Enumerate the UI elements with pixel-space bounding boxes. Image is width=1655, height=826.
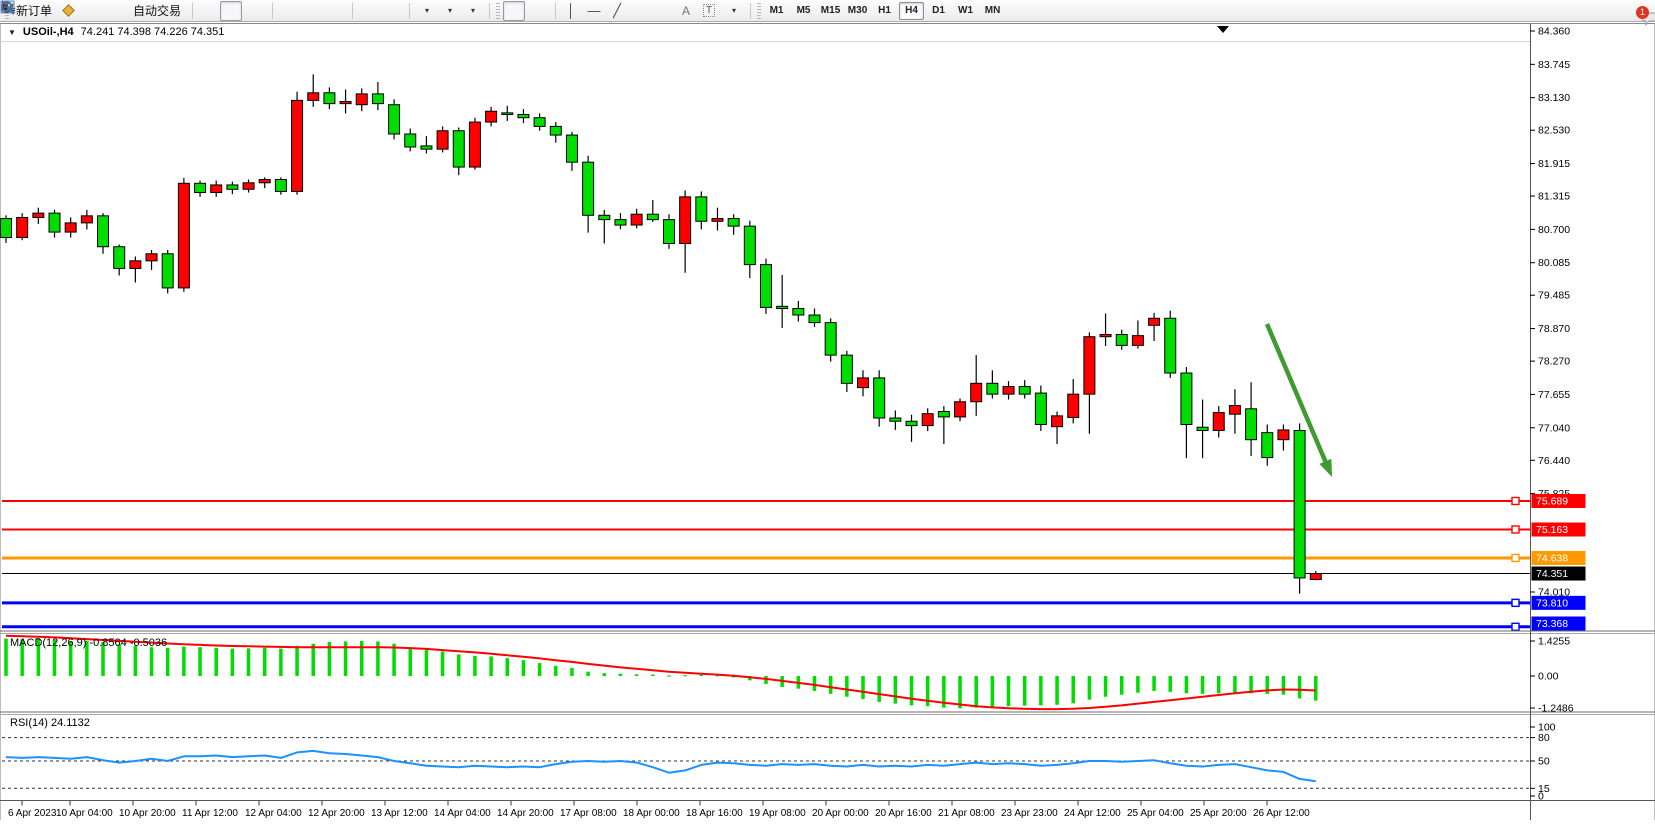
vertical-line-icon: │ (567, 4, 575, 17)
tile-windows-button[interactable] (323, 1, 345, 21)
templates-button[interactable]: ▾ (460, 1, 482, 21)
toolbar-separator (550, 3, 556, 19)
text-label-button[interactable]: T (698, 1, 720, 21)
text-icon: A (682, 5, 690, 17)
text-label-icon: T (703, 4, 715, 17)
toolbar-grip[interactable] (757, 3, 761, 19)
trendline-button[interactable]: ╱ (606, 1, 628, 21)
timeframe-button-MN[interactable]: MN (980, 2, 1005, 20)
toolbar-separator (404, 3, 410, 19)
auto-scroll-button[interactable] (357, 1, 379, 21)
equidistant-channel-button[interactable]: E (629, 1, 651, 21)
line-chart-button[interactable] (243, 1, 265, 21)
zoom-in-button[interactable] (277, 1, 299, 21)
text-button[interactable]: A (675, 1, 697, 21)
new-order-button[interactable]: 新订单 (12, 1, 56, 21)
bar-chart-button[interactable] (197, 1, 219, 21)
timeframe-button-M1[interactable]: M1 (764, 2, 789, 20)
periods-caret-icon[interactable]: ▾ (448, 6, 452, 15)
arrow-objects-caret-icon[interactable]: ▾ (732, 6, 736, 15)
signals-button[interactable] (103, 1, 125, 21)
price-axis[interactable] (1531, 24, 1655, 800)
toolbar-separator (347, 3, 353, 19)
rsi-pane[interactable] (2, 715, 1530, 800)
periods-button[interactable]: ▾ (437, 1, 459, 21)
macd-indicator-label: MACD(12,26,9) -0.8564 -0.5036 (10, 637, 167, 649)
timeframe-button-W1[interactable]: W1 (953, 2, 978, 20)
ohlc-label: 74.241 74.398 74.226 74.351 (81, 26, 225, 38)
horizontal-line-icon: — (588, 4, 601, 17)
timeframe-button-H1[interactable]: H1 (872, 2, 897, 20)
indicators-caret-icon[interactable]: ▾ (425, 6, 429, 15)
toolbar-separator (187, 3, 193, 19)
rsi-indicator-label: RSI(14) 24.1132 (10, 717, 90, 729)
timeframe-button-H4[interactable]: H4 (899, 2, 924, 20)
toolbar: 新订单 自动交易 (0, 0, 1655, 22)
vertical-line-button[interactable]: │ (560, 1, 582, 21)
indicators-button[interactable]: ▾ (414, 1, 436, 21)
toolbar-separator (745, 3, 751, 19)
fibonacci-button[interactable]: F (652, 1, 674, 21)
timeframe-button-M30[interactable]: M30 (845, 2, 870, 20)
virtual-hosting-button[interactable] (80, 1, 102, 21)
timeframe-button-M5[interactable]: M5 (791, 2, 816, 20)
symbol-dropdown-icon[interactable]: ▼ (8, 28, 16, 37)
toolbar-separator (267, 3, 273, 19)
toolbar-separator (484, 3, 490, 19)
toolbar-grip[interactable] (496, 3, 500, 19)
timeframe-button-M15[interactable]: M15 (818, 2, 843, 20)
cursor-button[interactable] (503, 1, 525, 21)
main-chart-pane[interactable] (2, 25, 1530, 631)
templates-caret-icon[interactable]: ▾ (471, 6, 475, 15)
chart-shift-button[interactable] (380, 1, 402, 21)
macd-pane[interactable] (2, 634, 1530, 712)
time-axis[interactable] (0, 801, 1530, 826)
autotrading-button[interactable]: 自动交易 (126, 1, 185, 21)
candlestick-chart-button[interactable] (220, 1, 242, 21)
notification-badge: 1 (1636, 6, 1649, 19)
horizontal-line-button[interactable]: — (583, 1, 605, 21)
symbol-ohlc-label: ▼ USOil-,H4 74.241 74.398 74.226 74.351 (8, 26, 224, 38)
timeframe-button-D1[interactable]: D1 (926, 2, 951, 20)
arrow-objects-button[interactable]: ▾ (721, 1, 743, 21)
mql-diamond-icon (62, 4, 75, 17)
trendline-icon: ╱ (613, 4, 621, 17)
symbol-label: USOil-,H4 (23, 26, 74, 38)
zoom-out-button[interactable] (300, 1, 322, 21)
mql-diamond-button[interactable] (57, 1, 79, 21)
crosshair-button[interactable] (526, 1, 548, 21)
